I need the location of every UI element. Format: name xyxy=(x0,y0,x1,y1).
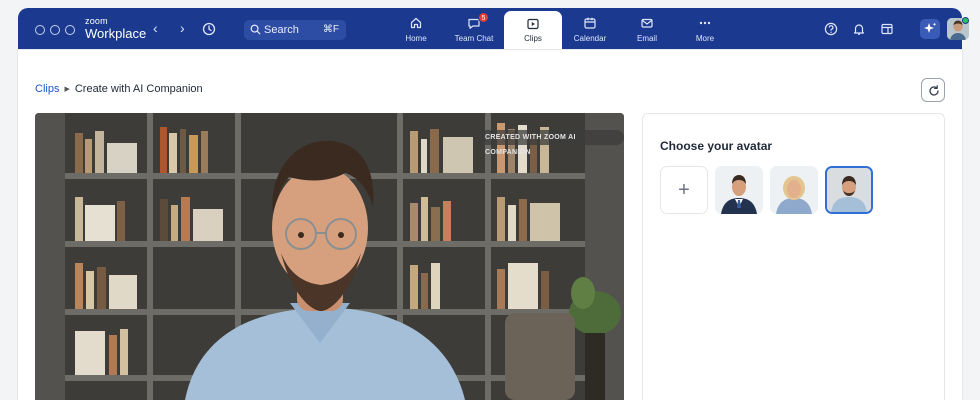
whiteboard-icon[interactable] xyxy=(880,22,894,36)
history-icon[interactable] xyxy=(202,22,216,36)
app-logo: zoom Workplace xyxy=(85,16,147,41)
tab-clips[interactable]: Clips xyxy=(504,11,562,50)
tab-more[interactable]: More xyxy=(676,8,734,50)
window-close-dot[interactable] xyxy=(35,25,45,35)
breadcrumb-clips-link[interactable]: Clips xyxy=(35,83,59,95)
sparkle-icon xyxy=(924,22,937,33)
picker-title: Choose your avatar xyxy=(660,139,773,153)
calendar-icon xyxy=(584,17,596,29)
online-status-dot xyxy=(962,17,969,24)
video-preview[interactable]: CREATED WITH ZOOM AI COMPANION xyxy=(35,113,624,400)
breadcrumb-current: Create with AI Companion xyxy=(74,83,203,95)
tab-label: Team Chat xyxy=(454,34,494,43)
clips-icon xyxy=(527,18,539,30)
email-icon xyxy=(641,18,653,28)
avatar-thumbnail xyxy=(827,168,871,212)
breadcrumb-separator-icon: ▶ xyxy=(64,86,70,93)
breadcrumb: Clips ▶ Create with AI Companion xyxy=(35,83,203,95)
avatar-video-frame xyxy=(35,113,624,400)
tab-label: Email xyxy=(636,34,657,43)
add-avatar-button[interactable]: + xyxy=(660,166,708,214)
avatar-option-blonde-woman[interactable] xyxy=(770,166,818,214)
ai-companion-tag: CREATED WITH ZOOM AI COMPANION xyxy=(479,130,624,156)
back-arrow-icon[interactable]: ‹ xyxy=(153,21,158,35)
bell-icon[interactable] xyxy=(852,22,866,36)
avatar-picker: Choose your avatar + xyxy=(642,113,945,400)
tab-calendar[interactable]: Calendar xyxy=(561,8,619,50)
window-minimize-dot[interactable] xyxy=(50,25,60,35)
unread-badge: 5 xyxy=(478,12,489,23)
search-label: Search xyxy=(264,24,299,36)
tab-label: Calendar xyxy=(573,34,607,43)
ai-companion-button[interactable] xyxy=(920,19,940,39)
search-icon xyxy=(250,24,261,35)
top-bar: zoom Workplace ‹ › Search ⌘F Home 5 Team… xyxy=(18,8,969,50)
tab-email[interactable]: Email xyxy=(618,8,676,50)
tab-home[interactable]: Home xyxy=(387,8,445,50)
refresh-button[interactable] xyxy=(921,78,945,102)
tab-team-chat[interactable]: 5 Team Chat xyxy=(445,8,503,50)
tab-label: Clips xyxy=(524,34,542,43)
refresh-icon xyxy=(929,85,939,96)
clips-panel: Clips ▶ Create with AI Companion CREATED… xyxy=(18,50,962,400)
avatar-thumbnail xyxy=(715,166,763,214)
more-icon xyxy=(699,21,711,25)
brand-small: zoom xyxy=(85,16,108,26)
search-shortcut: ⌘F xyxy=(322,24,339,35)
help-icon[interactable] xyxy=(824,22,838,36)
home-icon xyxy=(410,17,422,29)
brand-big: Workplace xyxy=(85,26,147,41)
avatar-option-man-with-glasses[interactable] xyxy=(825,166,873,214)
avatar-option-man-in-suit[interactable] xyxy=(715,166,763,214)
app-window: zoom Workplace ‹ › Search ⌘F Home 5 Team… xyxy=(0,0,980,400)
window-maximize-dot[interactable] xyxy=(65,25,75,35)
tab-label: More xyxy=(695,34,715,43)
search-input[interactable]: Search ⌘F xyxy=(244,20,346,40)
plus-icon: + xyxy=(678,179,690,201)
avatar-thumbnail xyxy=(770,166,818,214)
tab-label: Home xyxy=(405,34,427,43)
forward-arrow-icon[interactable]: › xyxy=(180,21,185,35)
